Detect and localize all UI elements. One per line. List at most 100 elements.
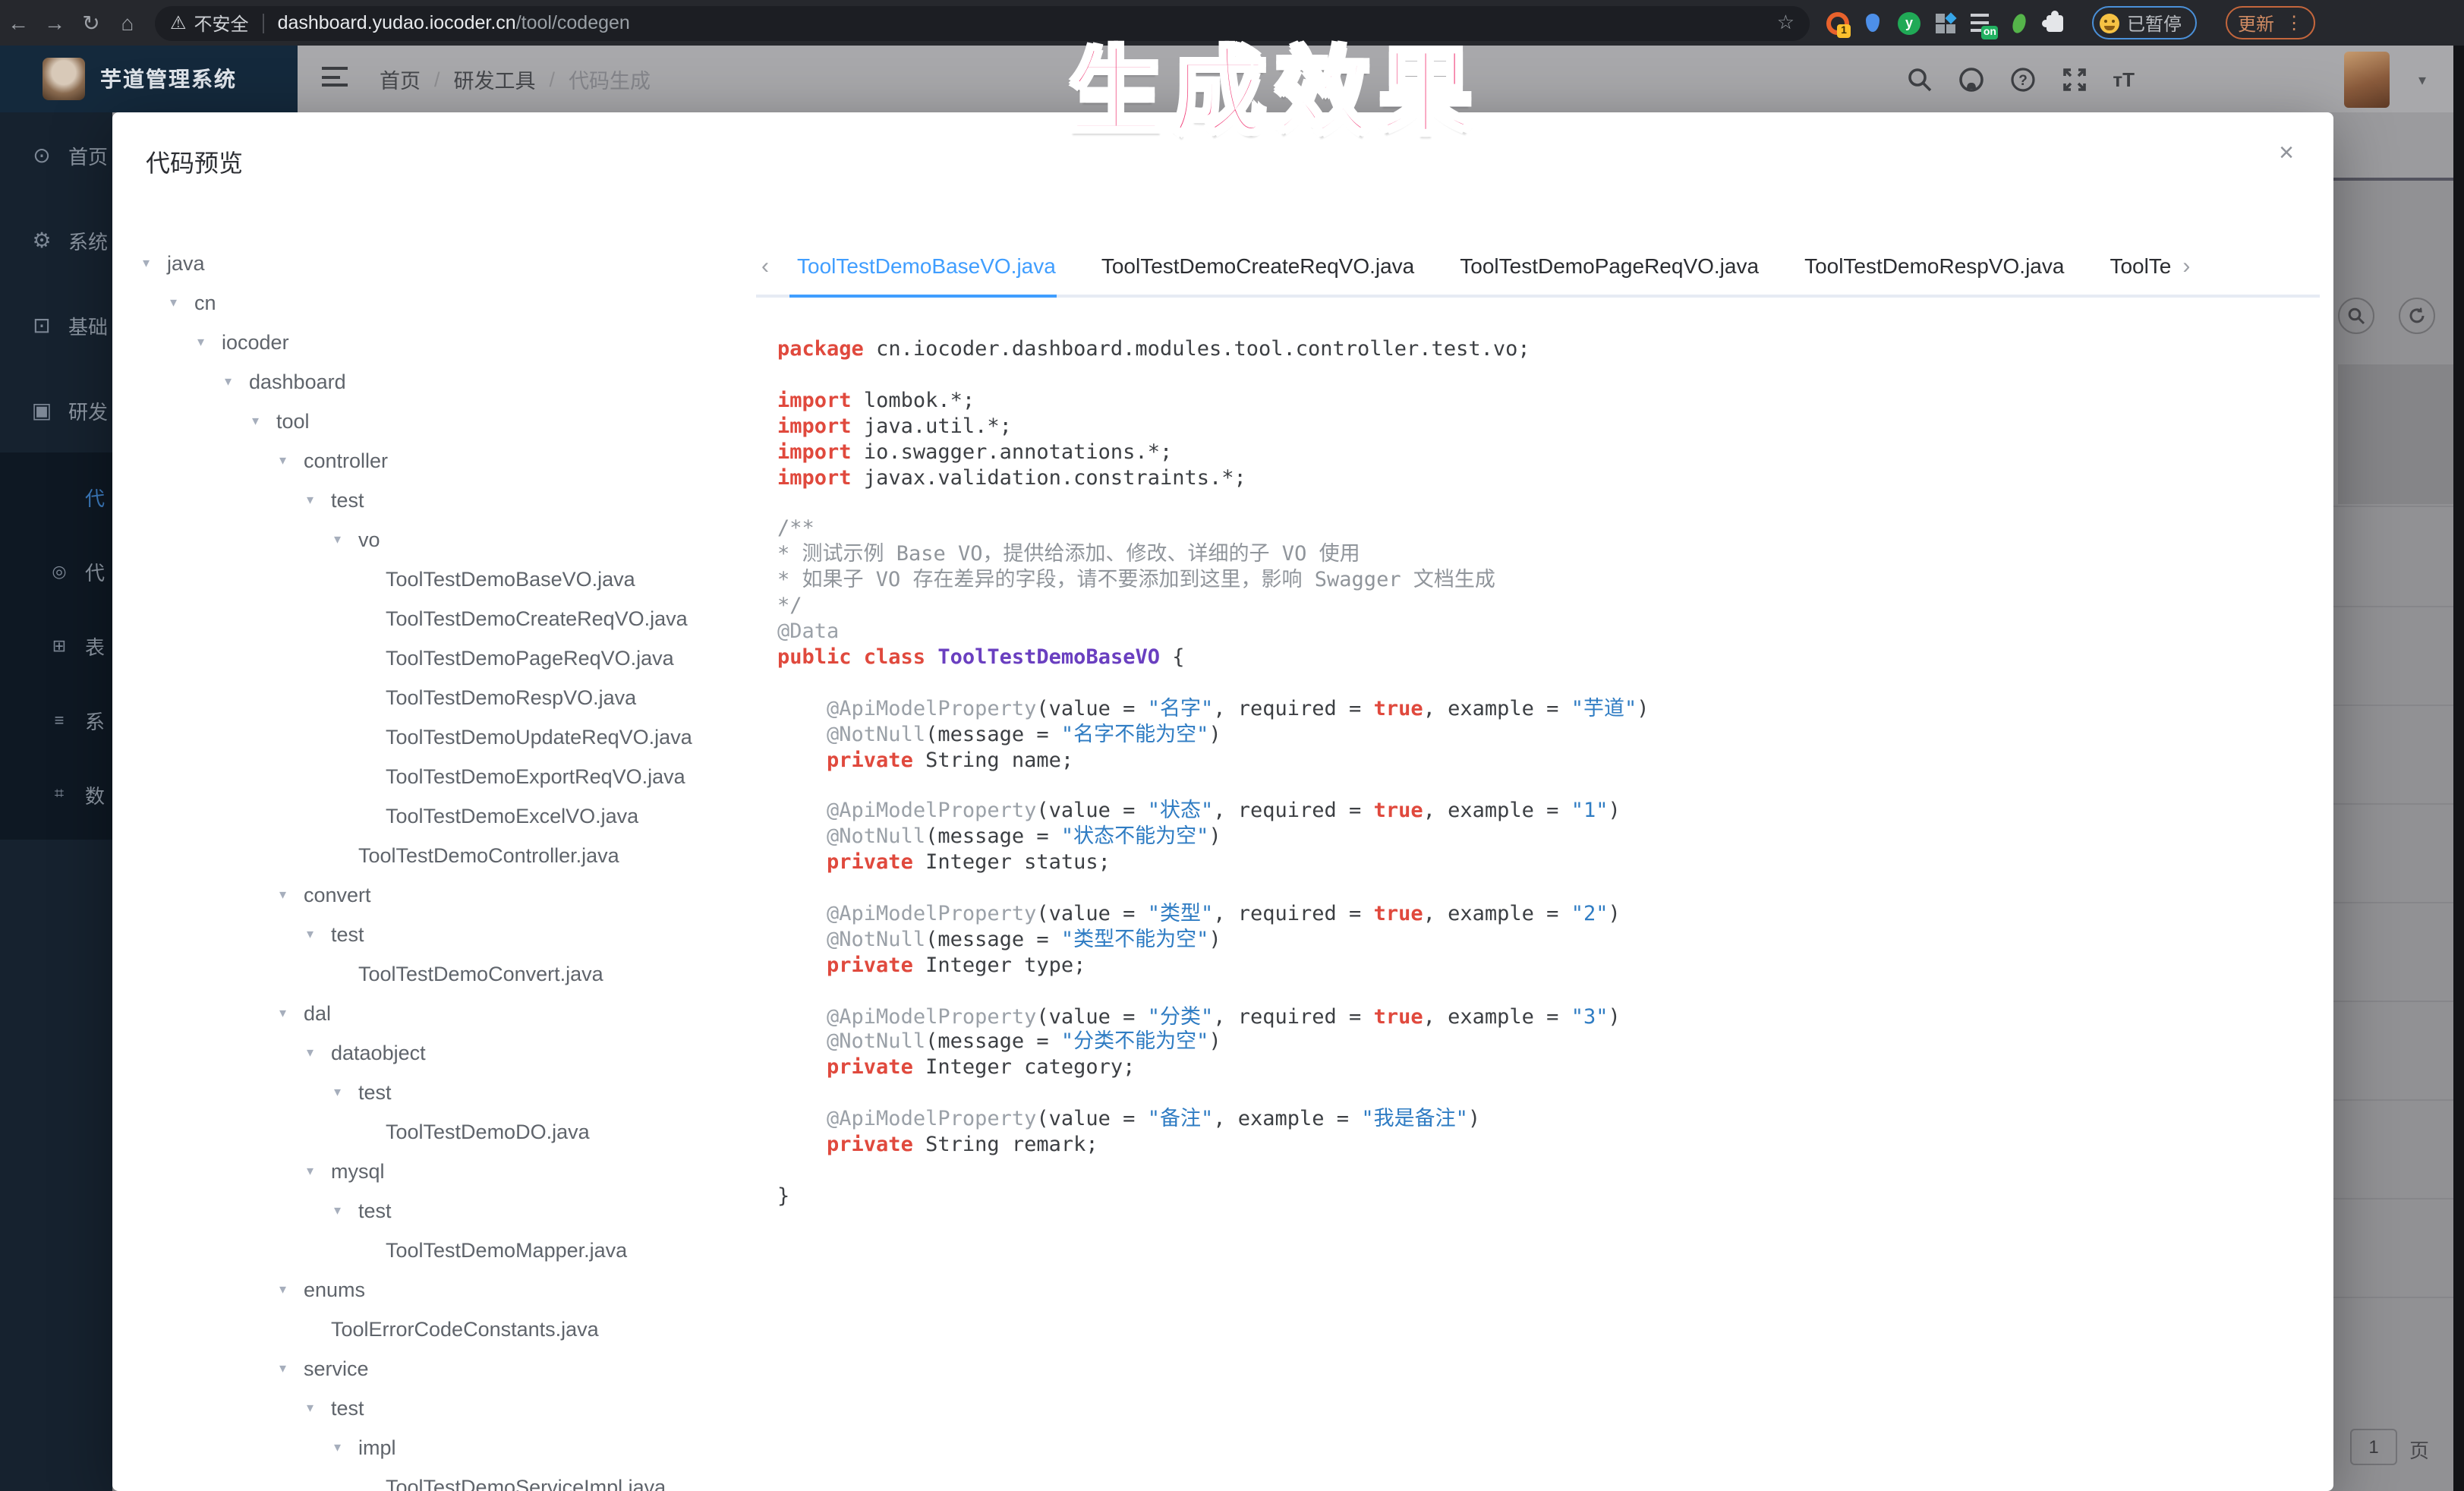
screen: ← → ↻ ⌂ ⚠ 不安全 dashboard.yudao.iocoder.cn… bbox=[0, 0, 2464, 1491]
tree-item-label: ToolTestDemoServiceImpl.java bbox=[386, 1475, 666, 1491]
tree-item[interactable]: ▾iocoder bbox=[128, 322, 756, 361]
code-line: */ bbox=[777, 594, 1649, 619]
sidebar-subitem-数[interactable]: ⌗数 bbox=[0, 758, 112, 832]
tree-item[interactable]: ▾convert bbox=[128, 875, 756, 914]
tree-item[interactable]: ▾dal bbox=[128, 993, 756, 1032]
tree-item[interactable]: ToolTestDemoBaseVO.java bbox=[128, 559, 756, 598]
tree-item[interactable]: ▾dataobject bbox=[128, 1032, 756, 1072]
tree-item[interactable]: ▾controller bbox=[128, 440, 756, 480]
code-line: @NotNull(message = "状态不能为空") bbox=[777, 824, 1649, 850]
tree-item-label: iocoder bbox=[222, 330, 289, 353]
tree-caret-icon[interactable]: ▾ bbox=[252, 412, 276, 429]
code-line bbox=[777, 876, 1649, 902]
sidebar-item-研发[interactable]: ▣研发 bbox=[0, 367, 112, 452]
tree-item[interactable]: ▾service bbox=[128, 1348, 756, 1388]
tree-item[interactable]: ToolTestDemoConvert.java bbox=[128, 954, 756, 993]
tree-item[interactable]: ToolTestDemoRespVO.java bbox=[128, 677, 756, 717]
tab-ToolTestDemoBaseVO.java[interactable]: ToolTestDemoBaseVO.java bbox=[797, 254, 1056, 278]
code-line bbox=[777, 1082, 1649, 1108]
tree-item[interactable]: ToolTestDemoExportReqVO.java bbox=[128, 756, 756, 796]
tree-item[interactable]: ToolTestDemoServiceImpl.java bbox=[128, 1467, 756, 1491]
tab-ToolTestDemoCreateReqVO.java[interactable]: ToolTestDemoCreateReqVO.java bbox=[1101, 254, 1414, 278]
sidebar-subitem-代[interactable]: 代 bbox=[0, 460, 112, 534]
tree-item[interactable]: ▾test bbox=[128, 480, 756, 519]
sidebar-subitem-代[interactable]: ◎代 bbox=[0, 534, 112, 609]
tree-item[interactable]: ▾vo bbox=[128, 519, 756, 559]
tree-caret-icon[interactable]: ▾ bbox=[334, 1202, 358, 1218]
sidebar-subitem-系[interactable]: ≡系 bbox=[0, 683, 112, 758]
code-line bbox=[777, 774, 1649, 799]
sidebar: ⊙首页⚙系统⊡基础▣研发 代◎代⊞表≡系⌗数 bbox=[0, 112, 112, 1491]
code-viewer: package cn.iocoder.dashboard.modules.too… bbox=[777, 337, 1649, 1210]
tree-item-label: test bbox=[331, 922, 364, 945]
tree-item[interactable]: ▾java bbox=[128, 243, 756, 282]
tree-item[interactable]: ▾cn bbox=[128, 282, 756, 322]
tree-item[interactable]: ToolErrorCodeConstants.java bbox=[128, 1309, 756, 1348]
tree-item-label: dataobject bbox=[331, 1041, 426, 1064]
tree-item[interactable]: ▾tool bbox=[128, 401, 756, 440]
code-line: @ApiModelProperty(value = "备注", example … bbox=[777, 1107, 1649, 1133]
tree-item[interactable]: ▾enums bbox=[128, 1269, 756, 1309]
code-line bbox=[777, 1158, 1649, 1184]
code-line: @ApiModelProperty(value = "名字", required… bbox=[777, 696, 1649, 722]
tree-item[interactable]: ToolTestDemoPageReqVO.java bbox=[128, 638, 756, 677]
tree-caret-icon[interactable]: ▾ bbox=[307, 1162, 331, 1179]
tree-caret-icon[interactable]: ▾ bbox=[307, 1399, 331, 1416]
window-edge-scrollbar[interactable] bbox=[2453, 46, 2464, 1491]
tree-item[interactable]: ToolTestDemoExcelVO.java bbox=[128, 796, 756, 835]
tree-caret-icon[interactable]: ▾ bbox=[334, 1083, 358, 1100]
sidebar-item-系统[interactable]: ⚙系统 bbox=[0, 197, 112, 282]
tree-item-label: ToolTestDemoDO.java bbox=[386, 1120, 590, 1143]
table-search-button[interactable] bbox=[2338, 298, 2374, 334]
tree-item[interactable]: ▾dashboard bbox=[128, 361, 756, 401]
tree-item[interactable]: ▾test bbox=[128, 1072, 756, 1111]
tree-item[interactable]: ▾test bbox=[128, 1190, 756, 1230]
tree-item[interactable]: ToolTestDemoUpdateReqVO.java bbox=[128, 717, 756, 756]
tree-item-label: vo bbox=[358, 528, 380, 550]
tree-caret-icon[interactable]: ▾ bbox=[225, 373, 249, 389]
tree-caret-icon[interactable]: ▾ bbox=[334, 1439, 358, 1455]
tab-ToolTe[interactable]: ToolTe bbox=[2110, 254, 2171, 278]
tree-item-label: impl bbox=[358, 1436, 396, 1458]
tree-item[interactable]: ▾test bbox=[128, 1388, 756, 1427]
sidebar-item-基础[interactable]: ⊡基础 bbox=[0, 282, 112, 367]
tree-item[interactable]: ▾test bbox=[128, 914, 756, 954]
tree-item-label: ToolTestDemoConvert.java bbox=[358, 962, 603, 985]
sidebar-subitem-表[interactable]: ⊞表 bbox=[0, 609, 112, 683]
code-line: import javax.validation.constraints.*; bbox=[777, 465, 1649, 491]
tree-item[interactable]: ToolTestDemoController.java bbox=[128, 835, 756, 875]
tree-item[interactable]: ▾impl bbox=[128, 1427, 756, 1467]
code-line: package cn.iocoder.dashboard.modules.too… bbox=[777, 337, 1649, 363]
tree-caret-icon[interactable]: ▾ bbox=[334, 531, 358, 547]
tree-caret-icon[interactable]: ▾ bbox=[170, 294, 194, 310]
tree-item[interactable]: ▾mysql bbox=[128, 1151, 756, 1190]
tree-caret-icon[interactable]: ▾ bbox=[279, 1004, 304, 1021]
tree-item[interactable]: ToolTestDemoMapper.java bbox=[128, 1230, 756, 1269]
code-line bbox=[777, 491, 1649, 517]
dimmed-form-block bbox=[2338, 364, 2453, 504]
tree-caret-icon[interactable]: ▾ bbox=[279, 886, 304, 903]
code-line bbox=[777, 363, 1649, 389]
code-line: } bbox=[777, 1184, 1649, 1210]
tree-caret-icon[interactable]: ▾ bbox=[197, 333, 222, 350]
code-line: import java.util.*; bbox=[777, 414, 1649, 440]
tree-item-label: ToolTestDemoExcelVO.java bbox=[386, 804, 638, 827]
tab-ToolTestDemoPageReqVO.java[interactable]: ToolTestDemoPageReqVO.java bbox=[1460, 254, 1759, 278]
table-refresh-button[interactable] bbox=[2399, 298, 2435, 334]
tree-caret-icon[interactable]: ▾ bbox=[307, 1044, 331, 1061]
tree-caret-icon[interactable]: ▾ bbox=[307, 925, 331, 942]
tab-ToolTestDemoRespVO.java[interactable]: ToolTestDemoRespVO.java bbox=[1804, 254, 2064, 278]
code-line: @ApiModelProperty(value = "分类", required… bbox=[777, 1004, 1649, 1030]
tabs-scroll-right-icon[interactable]: › bbox=[2177, 253, 2195, 279]
tree-caret-icon[interactable]: ▾ bbox=[279, 1360, 304, 1376]
tree-caret-icon[interactable]: ▾ bbox=[279, 1281, 304, 1297]
page-number-input[interactable]: 1 bbox=[2350, 1429, 2397, 1465]
tree-item[interactable]: ToolTestDemoCreateReqVO.java bbox=[128, 598, 756, 638]
tree-caret-icon[interactable]: ▾ bbox=[307, 491, 331, 508]
tree-caret-icon[interactable]: ▾ bbox=[143, 254, 167, 271]
tree-item[interactable]: ToolTestDemoDO.java bbox=[128, 1111, 756, 1151]
sliders-icon: ≡ bbox=[47, 711, 71, 730]
tabs-scroll-left-icon[interactable]: ‹ bbox=[756, 253, 774, 279]
tree-item-label: ToolTestDemoPageReqVO.java bbox=[386, 646, 674, 669]
tree-caret-icon[interactable]: ▾ bbox=[279, 452, 304, 468]
